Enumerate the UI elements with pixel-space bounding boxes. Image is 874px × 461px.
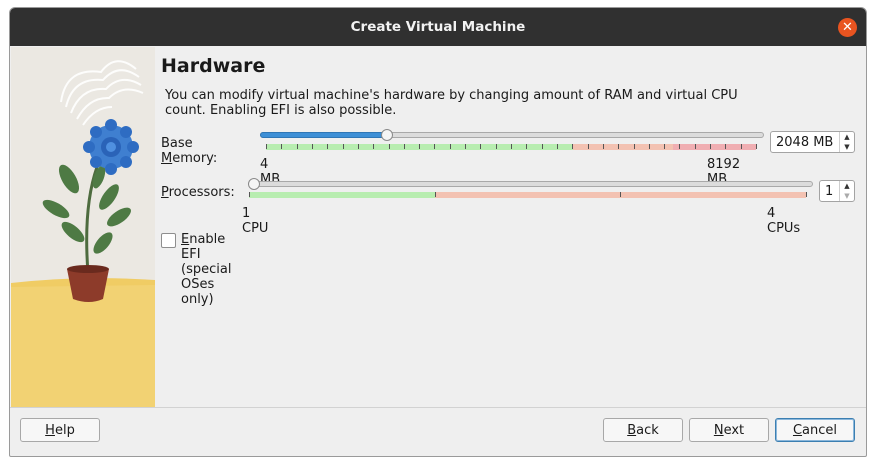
memory-scale-tick: [526, 144, 527, 149]
base-memory-value: 2048 MB: [776, 135, 834, 150]
enable-efi-label-mnemonic: E: [181, 232, 190, 247]
memory-scale-tick: [343, 144, 344, 149]
memory-scale-tick: [725, 144, 726, 149]
next-button-mnemonic: N: [713, 422, 724, 438]
back-button-mnemonic: B: [627, 422, 637, 438]
memory-scale-tick: [634, 144, 635, 149]
help-button-mnemonic: H: [45, 422, 55, 438]
processors-value: 1: [825, 184, 834, 199]
page-title: Hardware: [161, 55, 266, 77]
base-memory-slider-fill: [260, 132, 388, 138]
memory-scale-tick: [450, 144, 451, 149]
memory-scale-tick: [496, 144, 497, 149]
processors-min-label: 1 CPU: [242, 206, 269, 236]
spin-down-icon[interactable]: ▼: [840, 191, 854, 201]
processors-label-rest: rocessors:: [168, 185, 235, 200]
next-button[interactable]: Next: [689, 418, 769, 442]
memory-scale-tick: [664, 144, 665, 149]
memory-scale-tick: [511, 144, 512, 149]
processors-scale-tick: [435, 192, 436, 197]
enable-efi-label-rest: nable EFI (special OSes only): [181, 232, 232, 307]
wizard-illustration: [11, 47, 155, 407]
memory-scale-tick: [679, 144, 680, 149]
memory-scale-tick: [480, 144, 481, 149]
processors-scale-tick: [249, 192, 250, 197]
base-memory-label-part1: Base: [161, 136, 193, 151]
processors-slider-handle[interactable]: [248, 178, 260, 190]
memory-scale-tick: [588, 144, 589, 149]
memory-scale-tick: [373, 144, 374, 149]
description-line-2: count. Enabling EFI is also possible.: [165, 103, 397, 118]
base-memory-label-mnemonic: M: [161, 151, 173, 166]
memory-scale-tick: [297, 144, 298, 149]
memory-scale-tick: [312, 144, 313, 149]
help-button-label: elp: [54, 422, 75, 438]
memory-scale-tick: [756, 144, 757, 149]
memory-scale-tick: [389, 144, 390, 149]
processors-safe-range: [249, 192, 435, 198]
memory-scale-tick: [649, 144, 650, 149]
cancel-button-label: ancel: [802, 422, 838, 438]
processors-max-label: 4 CPUs: [767, 206, 801, 236]
memory-scale-tick: [618, 144, 619, 149]
enable-efi-label[interactable]: Enable EFI (special OSes only): [181, 232, 231, 307]
processors-spinbox[interactable]: 1 ▲ ▼: [819, 180, 855, 202]
window-title: Create Virtual Machine: [350, 19, 526, 35]
memory-danger-range: [673, 144, 756, 150]
memory-scale-tick: [710, 144, 711, 149]
processors-label: Processors:: [161, 185, 235, 200]
memory-scale-tick: [266, 144, 267, 149]
memory-scale-tick: [557, 144, 558, 149]
memory-scale-tick: [327, 144, 328, 149]
page-description: You can modify virtual machine's hardwar…: [165, 88, 765, 118]
memory-scale-tick: [542, 144, 543, 149]
back-button-label: ack: [636, 422, 659, 438]
base-memory-slider-handle[interactable]: [381, 129, 393, 141]
spin-down-icon[interactable]: ▼: [840, 142, 854, 152]
memory-scale-tick: [358, 144, 359, 149]
close-icon[interactable]: ✕: [838, 18, 857, 37]
base-memory-spinbox-arrows: ▲ ▼: [839, 132, 854, 152]
base-memory-label-part2: emory:: [172, 151, 218, 166]
memory-scale-tick: [695, 144, 696, 149]
memory-scale-tick: [281, 144, 282, 149]
memory-scale-tick: [465, 144, 466, 149]
base-memory-spinbox[interactable]: 2048 MB ▲ ▼: [770, 131, 855, 153]
dialog-window: Create Virtual Machine ✕ Hardware You ca…: [9, 7, 867, 457]
processors-slider[interactable]: [248, 181, 813, 187]
memory-scale-tick: [404, 144, 405, 149]
enable-efi-checkbox[interactable]: [161, 233, 176, 248]
processors-scale-tick: [806, 192, 807, 197]
spin-up-icon[interactable]: ▲: [840, 181, 854, 191]
next-button-label: ext: [723, 422, 745, 438]
processors-spinbox-arrows: ▲ ▼: [839, 181, 854, 201]
title-bar[interactable]: Create Virtual Machine ✕: [10, 8, 866, 46]
description-line-1: You can modify virtual machine's hardwar…: [165, 88, 738, 103]
memory-scale-tick: [603, 144, 604, 149]
memory-scale-tick: [741, 144, 742, 149]
processors-scale-tick: [620, 192, 621, 197]
memory-scale-tick: [419, 144, 420, 149]
back-button[interactable]: Back: [603, 418, 683, 442]
spin-up-icon[interactable]: ▲: [840, 132, 854, 142]
base-memory-label: Base Memory:: [161, 136, 217, 166]
cancel-button-mnemonic: C: [792, 422, 803, 438]
memory-scale-tick: [572, 144, 573, 149]
help-button[interactable]: Help: [20, 418, 100, 442]
footer-divider: [10, 407, 866, 408]
memory-scale-tick: [434, 144, 435, 149]
cancel-button[interactable]: Cancel: [775, 418, 855, 442]
processors-label-mnemonic: P: [161, 185, 169, 200]
